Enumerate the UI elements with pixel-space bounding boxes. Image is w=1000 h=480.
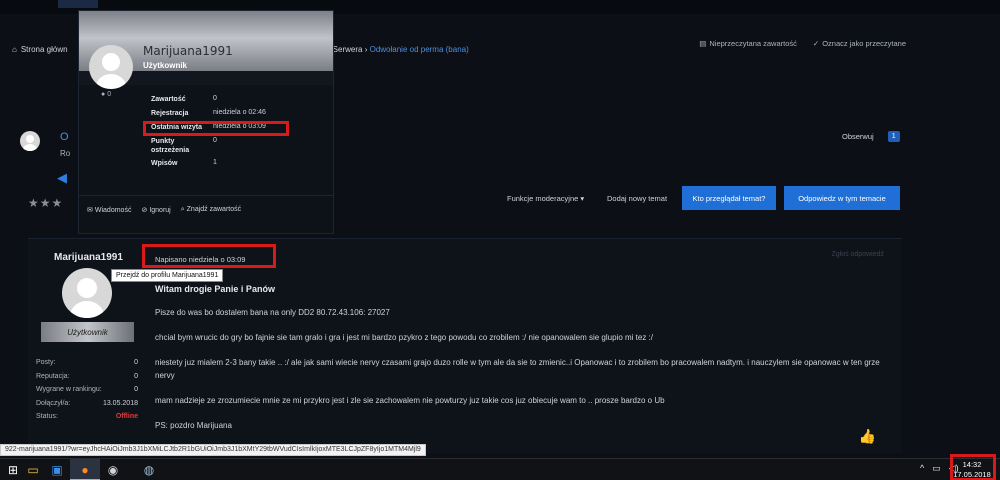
find-content-label: Znajdź zawartość bbox=[186, 206, 242, 213]
breadcrumb-tail: e Serwera › Odwołanie od perma (bana) bbox=[326, 45, 469, 54]
ignore-label: Ignoruj bbox=[149, 207, 171, 214]
app-icon[interactable]: ◍ bbox=[140, 462, 158, 478]
hovercard-reputation: ● 0 bbox=[101, 91, 112, 98]
network-icon[interactable]: ▭ bbox=[932, 463, 941, 474]
check-icon: ✓ bbox=[812, 39, 820, 48]
moderation-menu[interactable]: Funkcje moderacyjne ▾ bbox=[507, 194, 607, 203]
hovercard-actions: ✉ Wiadomość ⊘ Ignoruj ⌕ Znajdź zawartość bbox=[87, 206, 241, 214]
start-icon[interactable]: ⊞ bbox=[4, 462, 22, 478]
browser-status-url: 922-marijuana1991/?wr=eyJhcHAiOiJmb3J1bX… bbox=[0, 444, 426, 456]
stat-row: Reputacja: 0 bbox=[36, 370, 138, 384]
hovercard-reputation-value: 0 bbox=[107, 91, 112, 98]
stat-value: 0 bbox=[134, 372, 138, 380]
top-actions: ▤ Nieprzeczytana zawartość ✓ Oznacz jako p… bbox=[699, 39, 906, 48]
post-content: Witam drogie Panie i Panów Pisze do was … bbox=[155, 283, 885, 444]
rank-badge: Użytkownik bbox=[41, 322, 134, 342]
thread-action-bar: Funkcje moderacyjne ▾ Dodaj nowy temat K… bbox=[507, 186, 900, 210]
ignore-link[interactable]: ⊘ Ignoruj bbox=[141, 206, 170, 214]
who-viewed-button[interactable]: Kto przeglądał temat? bbox=[682, 186, 776, 210]
hovercard-key: Wpisów bbox=[151, 160, 178, 167]
stat-label: Wygrane w rankingu: bbox=[36, 386, 102, 394]
home-icon[interactable]: ⌂ bbox=[12, 45, 17, 54]
hovercard-divider bbox=[79, 195, 333, 196]
stat-label: Reputacja: bbox=[36, 372, 70, 380]
hovercard-value: 0 bbox=[213, 137, 217, 144]
search-icon: ⌕ bbox=[180, 206, 185, 213]
hovercard-key: Zawartość bbox=[151, 96, 186, 103]
firefox-icon[interactable]: ● bbox=[76, 462, 94, 478]
find-content-link[interactable]: ⌕ Znajdź zawartość bbox=[181, 206, 241, 214]
envelope-icon: ✉ bbox=[87, 207, 93, 214]
unread-content-link[interactable]: ▤ Nieprzeczytana zawartość bbox=[699, 39, 797, 48]
steam-icon[interactable]: ◉ bbox=[104, 462, 122, 478]
thread-author-avatar[interactable] bbox=[20, 131, 40, 151]
new-topic-button[interactable]: Dodaj nowy temat bbox=[607, 194, 682, 203]
stat-label: Posty: bbox=[36, 359, 56, 367]
hovercard-row: Zawartość 0 bbox=[151, 95, 266, 109]
hovercard-row: Wpisów 1 bbox=[151, 159, 266, 173]
post-paragraph: niestety juz mialem 2-3 bany takie .. :/… bbox=[155, 358, 880, 380]
share-icon[interactable]: ◀ bbox=[57, 170, 67, 186]
report-post-link[interactable]: Zgłoś odpowiedź bbox=[831, 251, 884, 258]
thread-subtitle: Ro bbox=[60, 149, 71, 158]
windows-taskbar: ⊞ ▭ ▣ ● ◉ ◍ ^ ▭ ◁) 14:32 17.05.2018 bbox=[0, 454, 1000, 480]
like-icon[interactable]: 👍 bbox=[859, 428, 876, 445]
follow-label: Obserwuj bbox=[842, 132, 874, 141]
stat-value: 0 bbox=[134, 386, 138, 394]
stat-row: Status: Offline bbox=[36, 410, 138, 424]
post-paragraph: Pisze do was bo dostalem bana na only DD… bbox=[155, 308, 390, 317]
chevron-up-icon[interactable]: ^ bbox=[920, 463, 924, 474]
post-author-avatar[interactable] bbox=[62, 268, 112, 318]
rating-stars[interactable]: ★★★ bbox=[28, 196, 63, 210]
reply-button[interactable]: Odpowiedz w tym temacie bbox=[784, 186, 900, 210]
unread-label: Nieprzeczytana zawartość bbox=[709, 39, 797, 48]
status-offline: Offline bbox=[115, 413, 138, 421]
stat-value: 13.05.2018 bbox=[102, 399, 138, 407]
post: Marijuana1991 Przejdź do profilu Marijua… bbox=[28, 238, 902, 453]
nav-tab-indicator[interactable] bbox=[58, 0, 98, 8]
breadcrumb: ⌂ Strona główn bbox=[12, 45, 68, 54]
hovercard-key: Rejestracja bbox=[151, 110, 189, 117]
thread-title: O bbox=[60, 131, 69, 143]
highlight-box-clock bbox=[950, 454, 996, 480]
file-explorer-icon[interactable]: ▭ bbox=[24, 462, 42, 478]
post-paragraph: PS: pozdro Marijuana bbox=[155, 421, 232, 430]
post-paragraph: chcial bym wrucic do gry bo fajnie sie t… bbox=[155, 333, 654, 342]
hovercard-value: 1 bbox=[213, 159, 217, 166]
hovercard-value: niedziela o 02:46 bbox=[213, 109, 266, 116]
post-author-name[interactable]: Marijuana1991 bbox=[54, 252, 123, 263]
forum-page: ⌂ Strona główn e Serwera › Odwołanie od … bbox=[0, 0, 1000, 458]
message-link[interactable]: ✉ Wiadomość bbox=[87, 206, 131, 214]
hovercard-key: Punkty ostrzeżenia bbox=[151, 138, 190, 154]
stat-label: Dołączył/a: bbox=[36, 399, 71, 407]
hovercard-username[interactable]: Marijuana1991 bbox=[143, 44, 233, 58]
hovercard-avatar[interactable] bbox=[89, 45, 133, 89]
post-paragraph: mam nadzieje ze zrozumiecie mnie ze mi p… bbox=[155, 396, 665, 405]
mark-read-link[interactable]: ✓ Oznacz jako przeczytane bbox=[813, 39, 906, 48]
hovercard-rank: Użytkownik bbox=[143, 61, 188, 70]
message-label: Wiadomość bbox=[94, 207, 132, 214]
hovercard-row: Punkty ostrzeżenia 0 bbox=[151, 137, 266, 159]
stat-row: Wygrane w rankingu: 0 bbox=[36, 383, 138, 397]
stat-label: Status: bbox=[36, 413, 58, 421]
profile-hovercard: Marijuana1991 Użytkownik ● 0 Zawartość 0 … bbox=[78, 10, 334, 234]
breadcrumb-home[interactable]: Strona główn bbox=[21, 45, 68, 54]
unread-icon: ▤ bbox=[699, 39, 707, 48]
post-title: Witam drogie Panie i Panów bbox=[155, 284, 275, 294]
post-author-sidebar: Marijuana1991 Przejdź do profilu Marijua… bbox=[28, 239, 224, 454]
mark-read-label: Oznacz jako przeczytane bbox=[822, 39, 906, 48]
store-icon[interactable]: ▣ bbox=[48, 462, 66, 478]
highlight-box-last-visit bbox=[143, 121, 289, 136]
profile-tooltip: Przejdź do profilu Marijuana1991 bbox=[111, 269, 224, 282]
author-stats: Posty: 0 Reputacja: 0 Wygrane w rankingu: 0… bbox=[36, 356, 138, 424]
follow-count: 1 bbox=[887, 131, 900, 142]
stat-row: Dołączył/a: 13.05.2018 bbox=[36, 397, 138, 411]
highlight-box-post-date bbox=[142, 244, 276, 268]
stat-value: 0 bbox=[134, 359, 138, 367]
ignore-icon: ⊘ bbox=[141, 207, 148, 214]
stat-row: Posty: 0 bbox=[36, 356, 138, 370]
hovercard-value: 0 bbox=[213, 95, 217, 102]
follow-control[interactable]: Obserwuj 1 bbox=[842, 131, 900, 142]
breadcrumb-current[interactable]: Odwołanie od perma (bana) bbox=[370, 45, 469, 54]
